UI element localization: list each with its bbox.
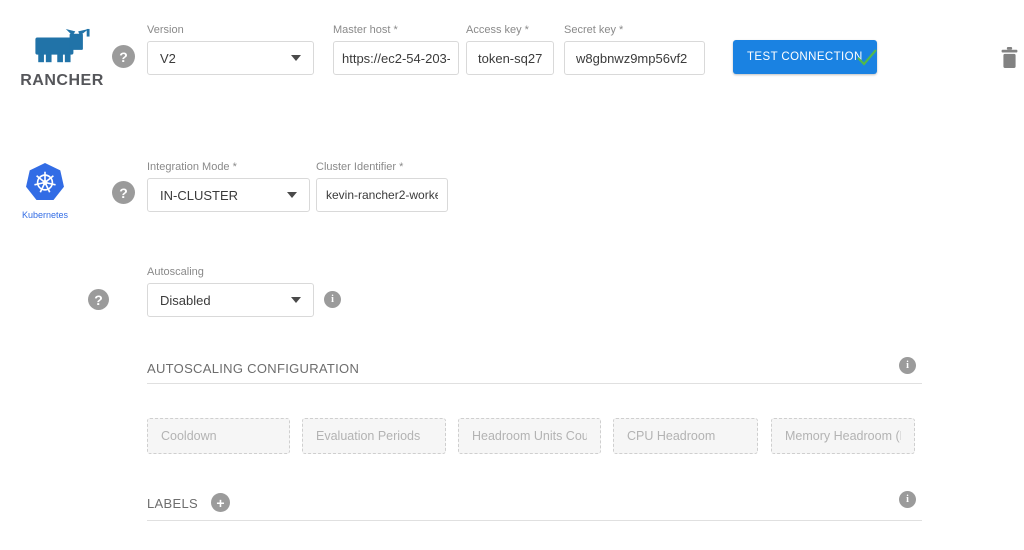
- help-icon-rancher[interactable]: ?: [112, 45, 135, 68]
- question-glyph: ?: [119, 49, 128, 65]
- info-glyph: i: [331, 294, 334, 305]
- help-icon-autoscaling[interactable]: ?: [88, 289, 109, 310]
- info-glyph: i: [906, 360, 909, 371]
- chevron-down-icon: [291, 297, 301, 303]
- autoscaling-value: Disabled: [160, 293, 211, 308]
- autoscaling-field: Autoscaling Disabled: [147, 266, 314, 317]
- secret-key-field: Secret key *: [564, 24, 705, 75]
- rancher-bull-icon: [28, 28, 96, 66]
- autoscaling-label: Autoscaling: [147, 266, 314, 278]
- evaluation-periods-input: [302, 418, 446, 454]
- help-icon-kubernetes[interactable]: ?: [112, 181, 135, 204]
- master-host-label: Master host *: [333, 24, 459, 36]
- section-divider: [147, 520, 922, 521]
- info-icon-autoscaling[interactable]: i: [324, 291, 341, 308]
- headroom-units-count-input: [458, 418, 601, 454]
- version-value: V2: [160, 51, 176, 66]
- labels-title: LABELS: [147, 496, 198, 511]
- cluster-identifier-input[interactable]: [316, 178, 448, 212]
- rancher-logo: RANCHER: [14, 28, 110, 90]
- question-glyph: ?: [94, 292, 103, 308]
- integration-settings-page: RANCHER ? Version V2 Master host * Acces…: [0, 0, 1024, 550]
- chevron-down-icon: [291, 55, 301, 61]
- secret-key-input[interactable]: [564, 41, 705, 75]
- version-select[interactable]: V2: [147, 41, 314, 75]
- access-key-field: Access key *: [466, 24, 554, 75]
- cpu-headroom-input: [613, 418, 758, 454]
- integration-mode-value: IN-CLUSTER: [160, 188, 238, 203]
- cluster-identifier-label: Cluster Identifier *: [316, 161, 448, 173]
- trash-icon[interactable]: [1001, 47, 1018, 68]
- rancher-logo-text: RANCHER: [14, 72, 110, 90]
- kubernetes-wheel-icon: [24, 162, 66, 203]
- autoscaling-select[interactable]: Disabled: [147, 283, 314, 317]
- version-label: Version: [147, 24, 314, 36]
- plus-glyph: +: [216, 495, 224, 511]
- secret-key-label: Secret key *: [564, 24, 705, 36]
- cooldown-input: [147, 418, 290, 454]
- version-field: Version V2: [147, 24, 314, 75]
- kubernetes-logo-text: Kubernetes: [16, 210, 74, 220]
- info-icon-labels[interactable]: i: [899, 491, 916, 508]
- section-divider: [147, 383, 922, 384]
- info-icon-autoscaling-configuration[interactable]: i: [899, 357, 916, 374]
- integration-mode-field: Integration Mode * IN-CLUSTER: [147, 161, 310, 212]
- check-icon: [856, 48, 878, 67]
- integration-mode-select[interactable]: IN-CLUSTER: [147, 178, 310, 212]
- question-glyph: ?: [119, 185, 128, 201]
- kubernetes-logo: Kubernetes: [16, 162, 74, 220]
- cluster-identifier-field: Cluster Identifier *: [316, 161, 448, 212]
- access-key-input[interactable]: [466, 41, 554, 75]
- integration-mode-label: Integration Mode *: [147, 161, 310, 173]
- access-key-label: Access key *: [466, 24, 554, 36]
- info-glyph: i: [906, 494, 909, 505]
- master-host-field: Master host *: [333, 24, 459, 75]
- chevron-down-icon: [287, 192, 297, 198]
- master-host-input[interactable]: [333, 41, 459, 75]
- add-label-button[interactable]: +: [211, 493, 230, 512]
- autoscaling-configuration-title: AUTOSCALING CONFIGURATION: [147, 361, 359, 376]
- memory-headroom-input: [771, 418, 915, 454]
